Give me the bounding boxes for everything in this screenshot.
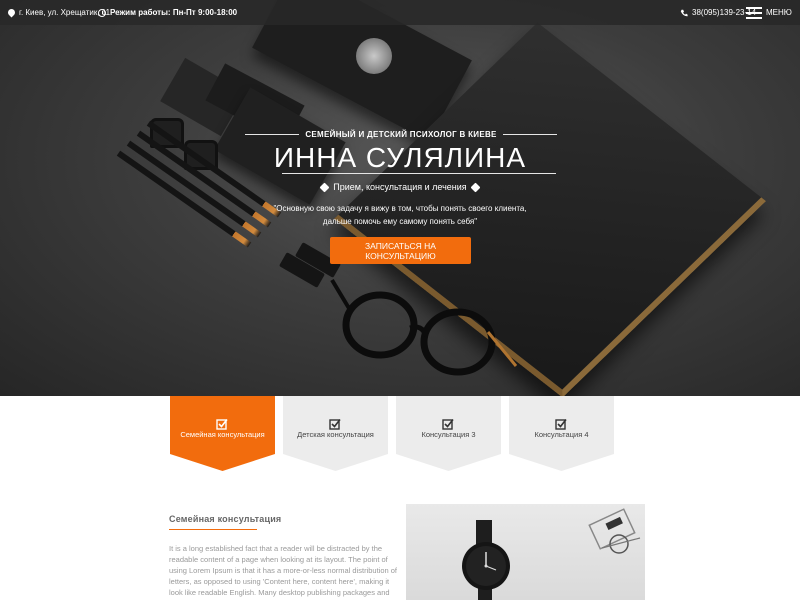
hero-banner: г. Киев, ул. Хрещатик, 11 Режим работы: … — [0, 0, 800, 396]
divider-line — [245, 134, 300, 135]
watch-illustration — [462, 508, 641, 600]
glasses-decoration — [330, 278, 518, 376]
address-text: г. Киев, ул. Хрещатик, 11 — [19, 8, 111, 17]
watch-photo — [406, 504, 645, 600]
menu-label: МЕНЮ — [766, 8, 792, 17]
map-pin-icon — [6, 7, 17, 18]
tab-label: Семейная консультация — [180, 430, 265, 439]
subtitle-row: СЕМЕЙНЫЙ И ДЕТСКИЙ ПСИХОЛОГ В КИЕВЕ — [245, 130, 558, 139]
quote-line: "Основную свою задачу я вижу в том, чтоб… — [273, 204, 527, 213]
tab-label: Консультация 3 — [421, 430, 476, 439]
services-text: Прием, консультация и лечения — [333, 182, 467, 192]
hours-text: Режим работы: Пн-Пт 9:00-18:00 — [110, 8, 238, 17]
divider-line — [282, 173, 556, 174]
tab-consultation-3[interactable]: Консультация 3 — [396, 396, 501, 471]
hero-subtitle: СЕМЕЙНЫЙ И ДЕТСКИЙ ПСИХОЛОГ В КИЕВЕ — [305, 130, 497, 139]
tab-label: Консультация 4 — [534, 430, 589, 439]
divider-line — [502, 134, 558, 135]
address-info: г. Киев, ул. Хрещатик, 11 — [6, 0, 111, 25]
tab-consultation-4[interactable]: Консультация 4 — [509, 396, 614, 471]
quote-line: дальше помочь ему самому понять себя" — [322, 217, 478, 226]
book-consultation-button[interactable]: ЗАПИСАТЬСЯ НА КОНСУЛЬТАЦИЮ — [330, 237, 471, 264]
checkbox-icon — [555, 419, 567, 430]
hamburger-icon — [746, 6, 762, 19]
checkbox-icon — [442, 419, 454, 430]
hours-info: Режим работы: Пн-Пт 9:00-18:00 — [98, 0, 237, 25]
tab-child-consultation[interactable]: Детская консультация — [283, 396, 388, 471]
hero-name: ИННА СУЛЯЛИНА — [273, 142, 527, 173]
page: г. Киев, ул. Хрещатик, 11 Режим работы: … — [0, 0, 800, 600]
tag-icon — [319, 182, 330, 192]
checkbox-icon — [216, 419, 228, 430]
clock-icon — [98, 8, 106, 17]
section-title: Семейная консультация — [169, 514, 282, 524]
section-body-text: It is a long established fact that a rea… — [169, 544, 398, 600]
title-underline — [169, 529, 257, 530]
tab-label: Детская консультация — [297, 430, 374, 439]
phone-link[interactable]: 38(095)139-23-14 — [680, 0, 756, 25]
services-line: Прием, консультация и лечения — [0, 182, 800, 192]
tags-icon — [470, 182, 481, 192]
tab-family-consultation[interactable]: Семейная консультация — [170, 396, 275, 471]
menu-button[interactable]: МЕНЮ — [746, 0, 792, 25]
wax-seal-decoration — [356, 38, 392, 74]
hero-quote: "Основную свою задачу я вижу в том, чтоб… — [270, 202, 530, 228]
top-bar: г. Киев, ул. Хрещатик, 11 Режим работы: … — [0, 0, 800, 25]
phone-icon — [680, 9, 688, 16]
checkbox-icon — [329, 419, 341, 430]
